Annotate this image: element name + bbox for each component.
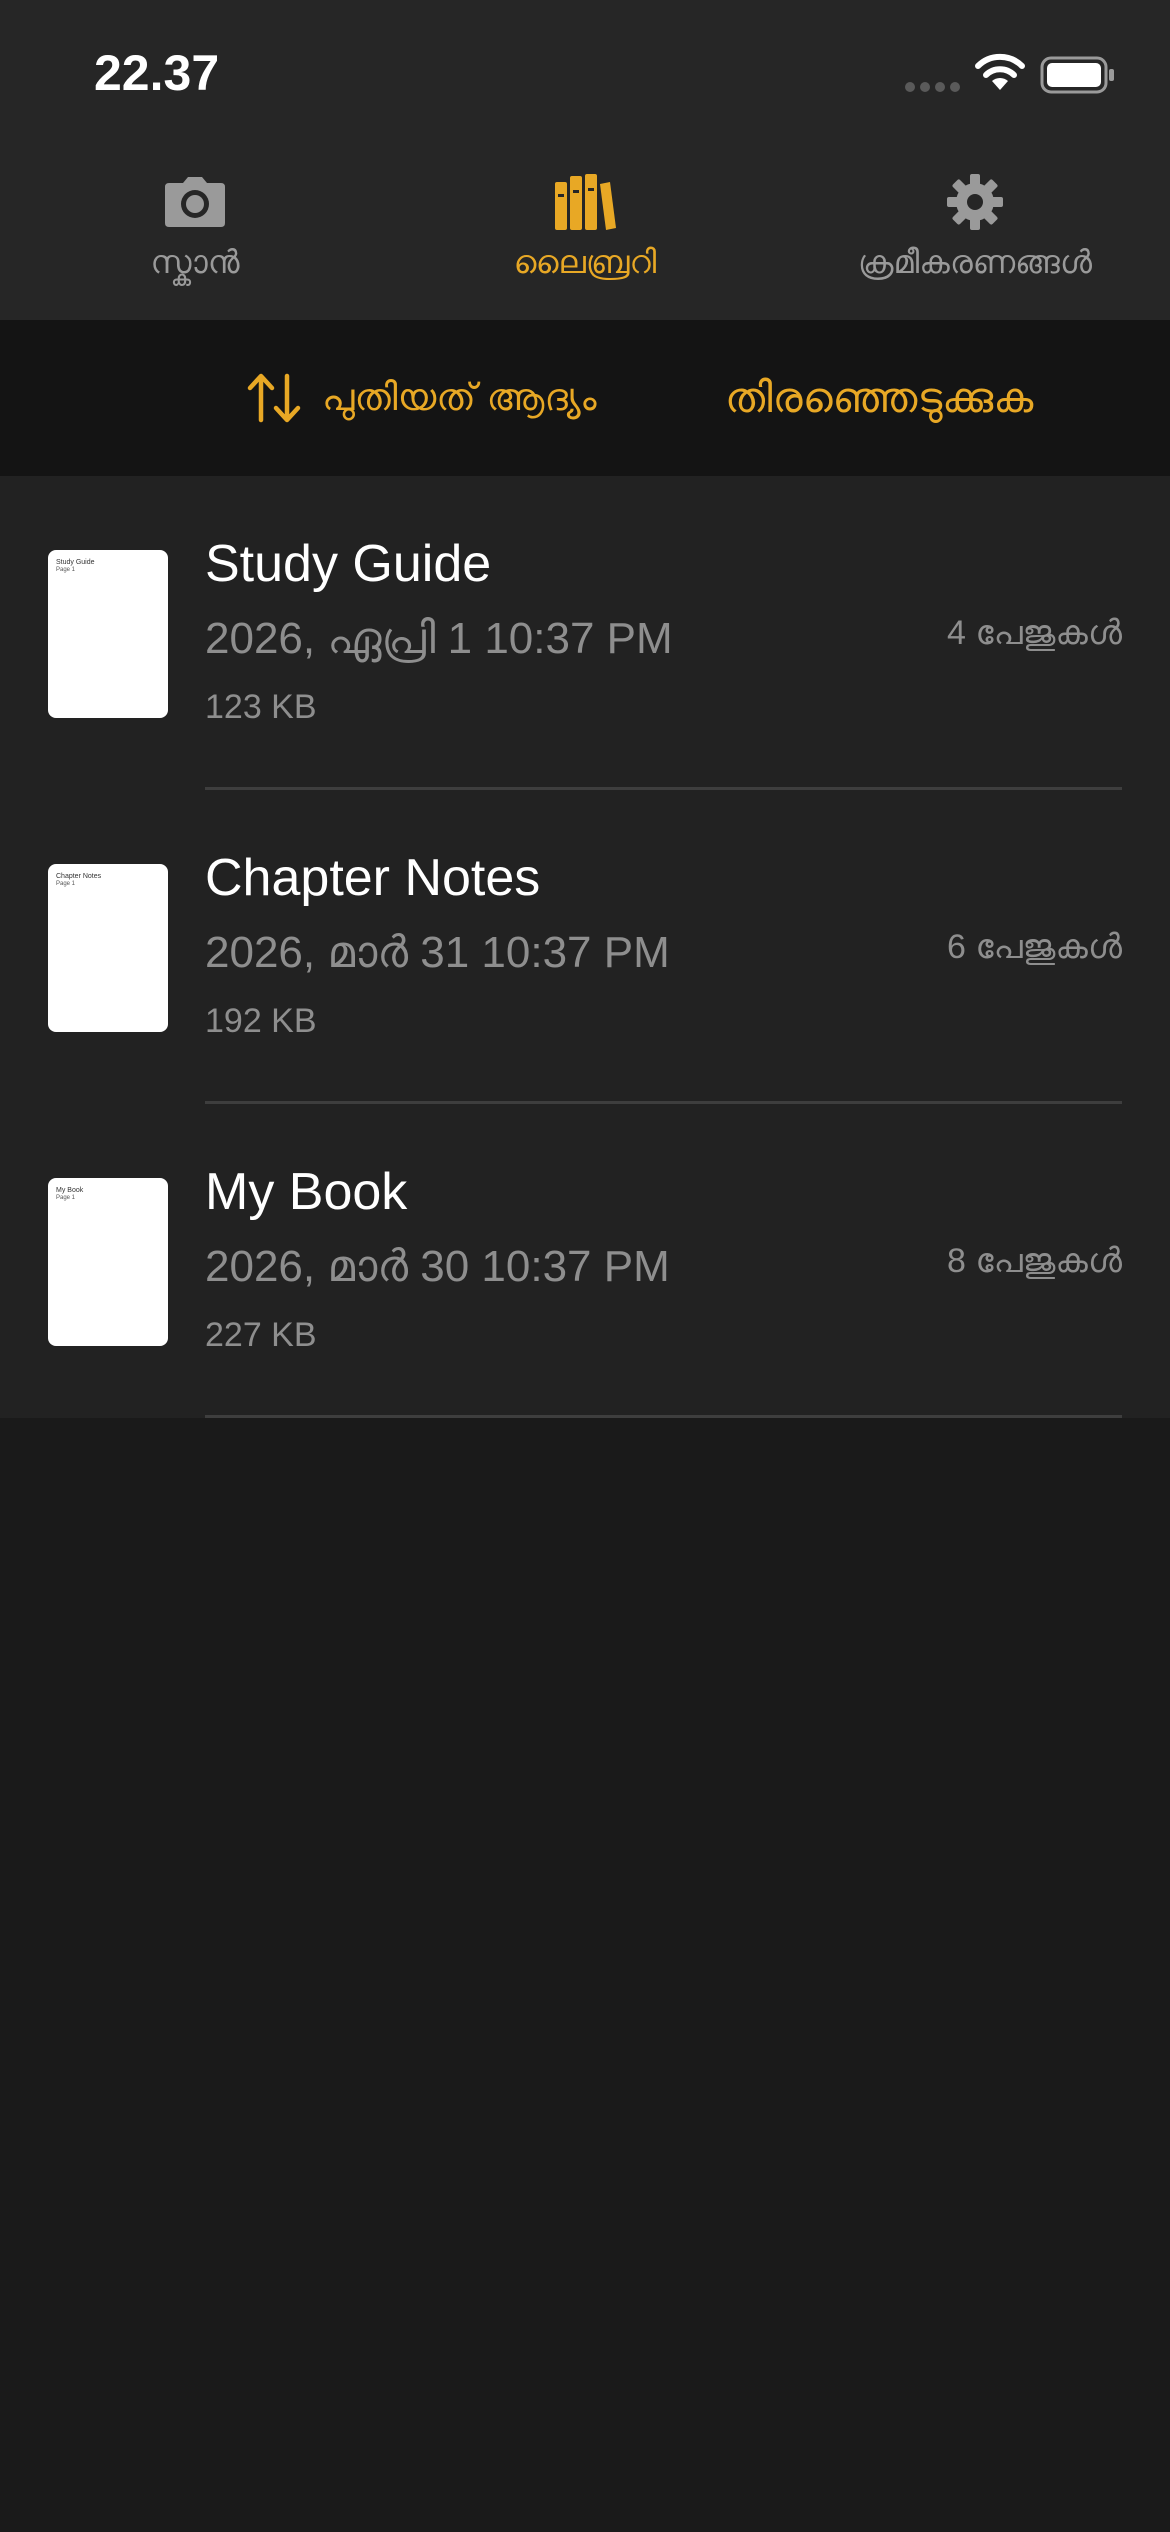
thumbnail-subtitle: Page 1	[56, 1195, 76, 1201]
document-title: My Book	[205, 1163, 408, 1221]
document-size: 192 KB	[205, 1002, 317, 1040]
books-icon	[553, 172, 617, 232]
status-time: 22.37	[94, 45, 220, 101]
document-page-count: 8 പേജുകൾ	[947, 1242, 1122, 1280]
document-list: Study Guide Page 1 Study Guide 2026, ഏപ്…	[0, 476, 1170, 1418]
library-toolbar: പുതിയത് ആദ്യം തിരഞ്ഞെടുക്കുക	[0, 320, 1170, 476]
tab-library-label: ലൈബ്രറി	[513, 244, 657, 280]
cellular-signal-icon	[905, 82, 960, 92]
thumbnail-title: Study Guide	[56, 559, 95, 566]
gear-icon	[945, 172, 1005, 232]
tab-settings[interactable]: ക്രമീകരണങ്ങൾ	[840, 140, 1110, 320]
tab-scan-label: സ്കാൻ	[150, 244, 240, 280]
thumbnail-title: My Book	[56, 1187, 84, 1194]
sort-arrows-icon	[247, 373, 301, 423]
document-thumbnail: Chapter Notes Page 1	[48, 864, 168, 1032]
document-row[interactable]: Chapter Notes Page 1 Chapter Notes 2026,…	[0, 790, 1170, 1104]
wifi-icon	[975, 53, 1025, 90]
select-button[interactable]: തിരഞ്ഞെടുക്കുക	[725, 368, 1033, 428]
document-size: 227 KB	[205, 1316, 317, 1354]
thumbnail-title: Chapter Notes	[56, 873, 102, 880]
document-page-count: 4 പേജുകൾ	[947, 614, 1122, 652]
thumbnail-subtitle: Page 1	[56, 881, 76, 887]
document-date: 2026, മാർ 30 10:37 PM	[205, 1242, 670, 1291]
document-page-count: 6 പേജുകൾ	[947, 928, 1122, 966]
document-size: 123 KB	[205, 688, 317, 726]
thumbnail-subtitle: Page 1	[56, 567, 76, 573]
document-thumbnail: My Book Page 1	[48, 1178, 168, 1346]
document-row[interactable]: Study Guide Page 1 Study Guide 2026, ഏപ്…	[0, 476, 1170, 790]
document-date: 2026, ഏപ്രി 1 10:37 PM	[205, 614, 673, 663]
row-divider	[205, 1415, 1122, 1418]
tab-bar: സ്കാൻ ലൈബ്രറി ക്രമീകരണങ്ങൾ	[0, 140, 1170, 320]
status-bar: 22.37	[0, 0, 1170, 140]
tab-library[interactable]: ലൈബ്രറി	[480, 140, 690, 320]
tab-scan[interactable]: സ്കാൻ	[95, 140, 295, 320]
document-date: 2026, മാർ 31 10:37 PM	[205, 928, 670, 977]
tab-settings-label: ക്രമീകരണങ്ങൾ	[858, 244, 1092, 280]
app-root: 22.37 സ്കാൻ ലൈബ്രറി ക്രമീകരണങ്ങൾ പുതിയത്…	[0, 0, 1170, 2532]
document-thumbnail: Study Guide Page 1	[48, 550, 168, 718]
document-row[interactable]: My Book Page 1 My Book 2026, മാർ 30 10:3…	[0, 1104, 1170, 1418]
document-title: Chapter Notes	[205, 849, 541, 907]
sort-label: പുതിയത് ആദ്യം	[322, 376, 597, 419]
camera-icon	[163, 172, 227, 232]
document-title: Study Guide	[205, 535, 492, 593]
sort-button[interactable]: പുതിയത് ആദ്യം	[246, 368, 597, 428]
battery-icon	[1040, 56, 1114, 94]
